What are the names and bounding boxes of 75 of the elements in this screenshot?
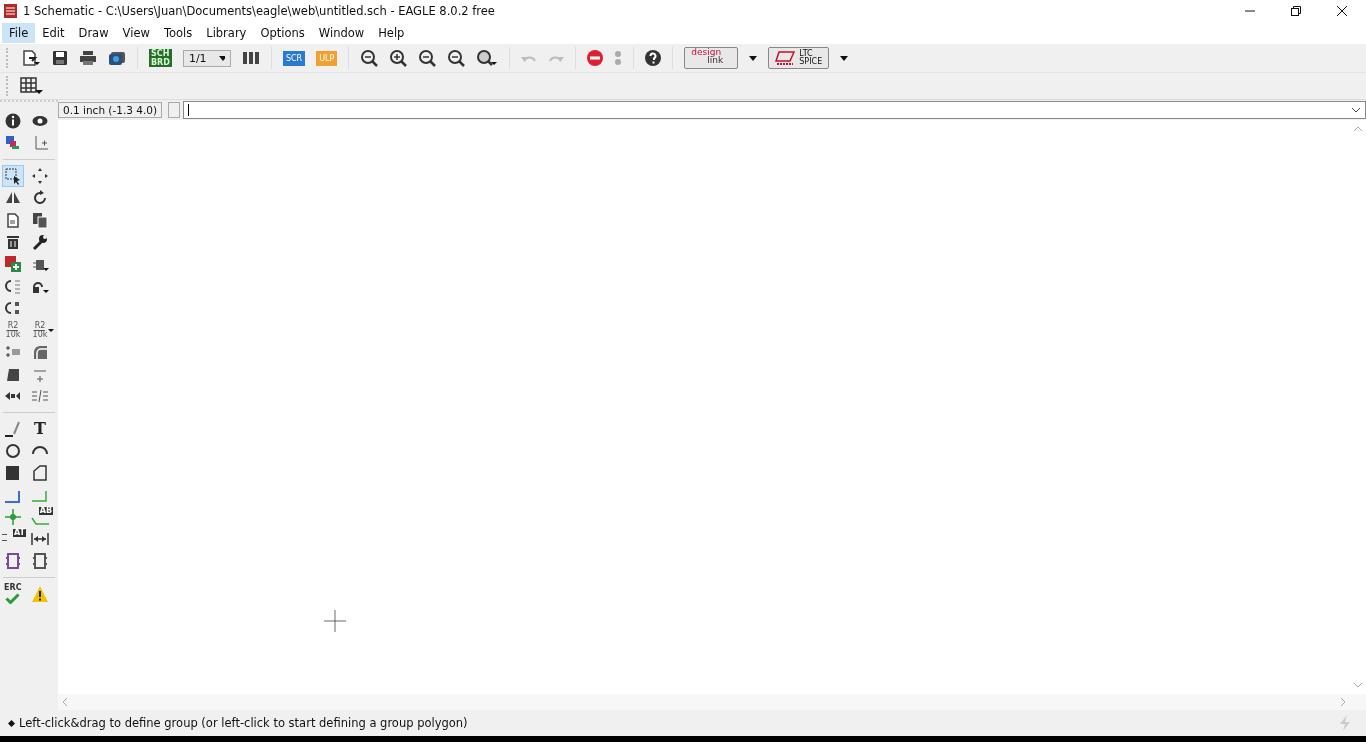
ltspice-button[interactable]: LTC SPICE xyxy=(768,47,830,69)
grid-icon[interactable] xyxy=(20,77,44,95)
line-icon xyxy=(4,420,22,438)
close-icon[interactable] xyxy=(1336,5,1348,17)
design-link-button[interactable]: design link xyxy=(684,47,739,69)
wrench-icon xyxy=(31,233,49,251)
zoom-redraw-icon[interactable] xyxy=(447,49,466,67)
menu-item[interactable]: Help xyxy=(371,23,412,43)
menu-item[interactable]: Options xyxy=(253,23,312,43)
window-title: 1 Schematic - C:\Users\Juan\Documents\eagle\web\untitled.sch - EAGLE 8.0.2 free xyxy=(23,4,495,18)
miter-icon xyxy=(31,343,49,361)
dropdown-arrow-icon[interactable] xyxy=(749,55,758,61)
zoom-in-icon[interactable] xyxy=(389,49,408,67)
select-group-tool[interactable] xyxy=(2,165,24,187)
junction-tool[interactable] xyxy=(2,506,24,528)
paste-icon xyxy=(31,211,49,229)
label-tool[interactable]: AB xyxy=(29,506,51,528)
bullet-icon xyxy=(8,719,15,727)
sheets-icon[interactable] xyxy=(241,51,260,65)
save-icon[interactable] xyxy=(52,50,68,66)
help-icon[interactable] xyxy=(645,50,662,66)
check-icon xyxy=(5,593,20,604)
status-message: Left-click&drag to define group (or left-click to start defining a group polygon) xyxy=(19,716,468,730)
zoom-area-icon[interactable] xyxy=(476,49,499,67)
app-icon xyxy=(4,4,17,18)
board-view-button[interactable]: SCH BRD xyxy=(149,49,172,67)
gate-swap-icon xyxy=(4,277,22,295)
menu-item[interactable]: Edit xyxy=(35,23,72,43)
menu-item[interactable]: Window xyxy=(311,23,372,43)
restore-icon[interactable] xyxy=(1290,5,1302,17)
command-field[interactable] xyxy=(183,101,1366,119)
cam-icon[interactable] xyxy=(108,50,126,66)
circle-icon xyxy=(4,442,22,460)
copy-icon xyxy=(4,211,22,229)
info-icon xyxy=(4,112,22,130)
crosshair-cursor-icon xyxy=(324,610,346,632)
menu-item[interactable]: Draw xyxy=(71,23,116,43)
frame-icon xyxy=(31,552,49,570)
frame-icon xyxy=(4,552,22,570)
select-group-icon xyxy=(4,167,22,185)
menu-item[interactable]: Library xyxy=(199,23,254,43)
open-file-icon[interactable] xyxy=(21,49,41,67)
chevron-down-icon[interactable] xyxy=(1351,107,1361,113)
menu-item[interactable]: Tools xyxy=(156,23,200,43)
menu-item[interactable]: File xyxy=(2,23,36,43)
add-part-icon xyxy=(4,255,22,273)
dimension-icon xyxy=(31,530,49,548)
lightning-icon xyxy=(1338,715,1352,731)
script-button[interactable]: SCR xyxy=(282,50,306,66)
attribute-tool[interactable]: AT xyxy=(2,528,24,550)
dropdown-arrow-icon[interactable] xyxy=(840,55,849,61)
dropdown-arrow-icon xyxy=(48,329,54,332)
zoom-fit-icon[interactable] xyxy=(360,49,379,67)
zoom-out-icon[interactable] xyxy=(418,49,437,67)
empty-field[interactable] xyxy=(168,102,181,118)
ltspice-logo-icon xyxy=(775,50,796,66)
polygon-icon xyxy=(31,464,49,482)
stop-icon[interactable] xyxy=(587,50,604,66)
move-icon xyxy=(31,167,49,185)
warning-icon xyxy=(31,585,49,603)
rectangle-icon xyxy=(4,464,22,482)
grid-readout: 0.1 inch (-1.3 4.0) xyxy=(58,102,163,118)
swap-icon xyxy=(4,299,22,317)
rotate-icon xyxy=(31,189,49,207)
erc-tool[interactable]: ERC xyxy=(2,583,24,605)
dropdown-arrow-icon xyxy=(218,55,225,61)
text-tool[interactable]: T xyxy=(29,418,51,440)
menu-item[interactable]: View xyxy=(115,23,157,43)
trash-icon xyxy=(4,233,22,251)
junction-icon xyxy=(4,508,22,526)
layers-icon xyxy=(4,134,22,152)
add-part-tool[interactable] xyxy=(2,253,24,275)
lines-icon xyxy=(31,387,49,405)
sheet-select[interactable]: 1/1 xyxy=(182,49,231,67)
print-icon[interactable] xyxy=(79,50,97,66)
